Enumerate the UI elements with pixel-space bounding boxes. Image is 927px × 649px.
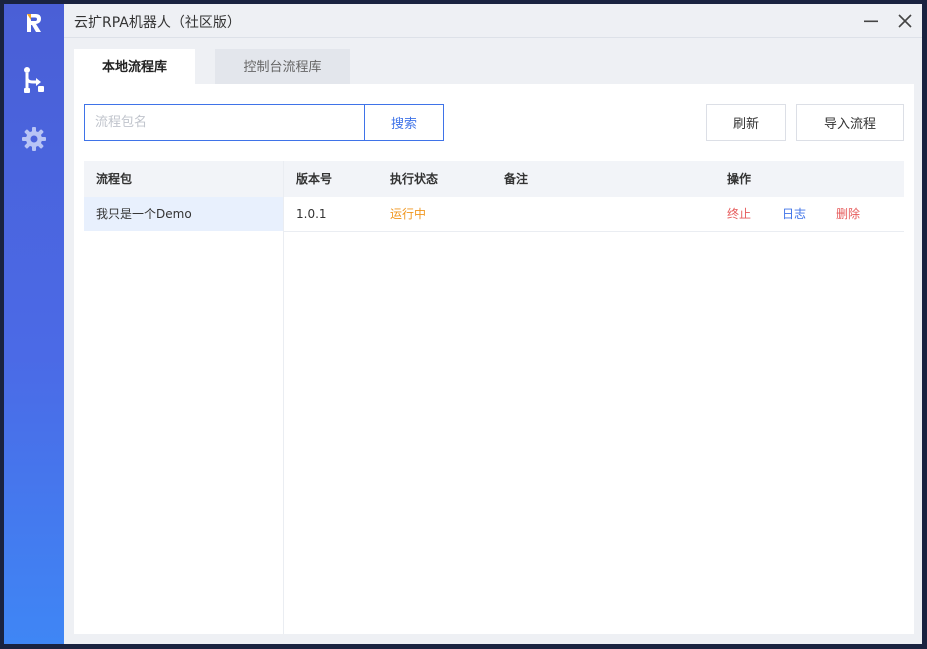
search-bar: 搜索 <box>84 104 444 141</box>
header-status: 执行状态 <box>390 172 439 186</box>
app-window: 云扩RPA机器人（社区版） 本地流程库 控制台流程库 搜索 刷新 导入流程 流程… <box>4 4 922 644</box>
tab-local-library[interactable]: 本地流程库 <box>74 49 195 85</box>
gear-icon[interactable] <box>20 125 48 153</box>
stop-link[interactable]: 终止 <box>727 197 751 231</box>
version-table: 版本号 执行状态 备注 操作 1.0.1 运行中 终止 日志 删除 <box>284 161 904 232</box>
search-button[interactable]: 搜索 <box>364 104 444 141</box>
table-row: 1.0.1 运行中 终止 日志 删除 <box>284 197 904 232</box>
sidebar <box>4 4 64 644</box>
import-flow-button[interactable]: 导入流程 <box>796 104 904 141</box>
header-note: 备注 <box>504 172 529 186</box>
header-version: 版本号 <box>296 172 333 186</box>
window-title: 云扩RPA机器人（社区版） <box>74 15 241 31</box>
table-header: 版本号 执行状态 备注 操作 <box>284 161 904 197</box>
title-bar: 云扩RPA机器人（社区版） <box>64 4 922 38</box>
app-logo-icon <box>22 11 46 35</box>
status-badge: 运行中 <box>390 207 427 221</box>
close-icon[interactable] <box>894 10 916 32</box>
package-list: 流程包 我只是一个Demo <box>84 161 284 634</box>
main-panel: 搜索 刷新 导入流程 流程包 我只是一个Demo 版本号 执行状态 备注 操作 … <box>74 84 914 634</box>
row-version: 1.0.1 <box>296 207 327 221</box>
tab-console-library[interactable]: 控制台流程库 <box>215 49 350 85</box>
package-item[interactable]: 我只是一个Demo <box>84 197 283 231</box>
log-link[interactable]: 日志 <box>782 197 806 231</box>
delete-link[interactable]: 删除 <box>836 197 860 231</box>
search-input[interactable] <box>84 104 365 141</box>
package-list-header: 流程包 <box>84 161 283 197</box>
refresh-button[interactable]: 刷新 <box>706 104 786 141</box>
flow-icon[interactable] <box>20 66 48 94</box>
minimize-icon[interactable] <box>860 10 882 32</box>
header-actions: 操作 <box>727 172 752 186</box>
